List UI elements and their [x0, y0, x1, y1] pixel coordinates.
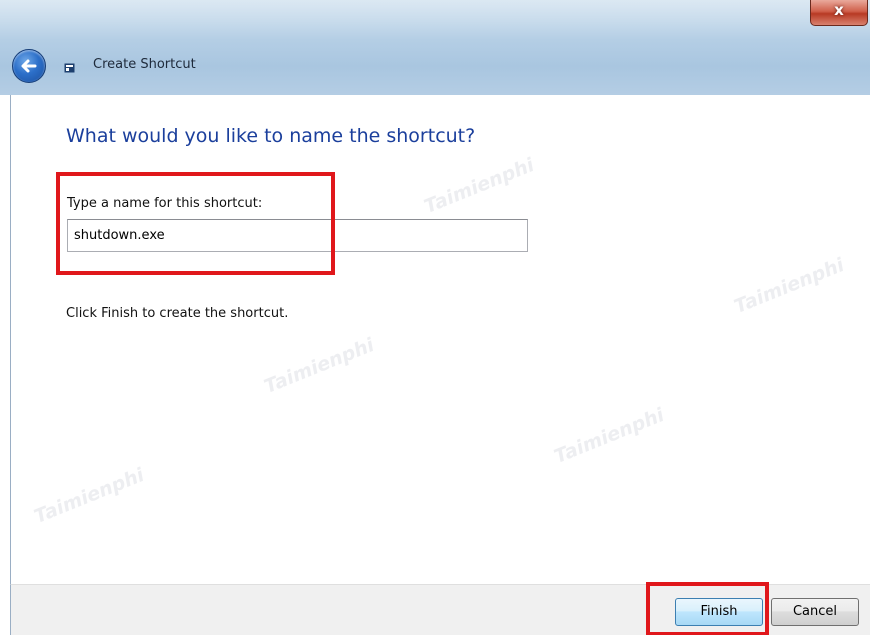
shortcut-name-input[interactable]: [67, 219, 528, 252]
watermark: Taimienphi: [261, 333, 378, 399]
title-bar: x Create Shortcut: [0, 0, 870, 95]
wizard-footer: Finish Cancel: [10, 582, 870, 635]
finish-hint-text: Click Finish to create the shortcut.: [66, 306, 289, 321]
create-shortcut-window: x Create Shortcut What would you like to…: [0, 0, 870, 635]
watermark: Taimienphi: [31, 463, 148, 529]
window-title: Create Shortcut: [93, 57, 196, 72]
close-button[interactable]: x: [810, 0, 868, 26]
watermark: Taimienphi: [551, 403, 668, 469]
wizard-content: What would you like to name the shortcut…: [10, 95, 870, 584]
wizard-heading: What would you like to name the shortcut…: [66, 125, 476, 147]
cancel-button[interactable]: Cancel: [771, 598, 859, 626]
watermark: Taimienphi: [421, 153, 538, 219]
shortcut-wizard-icon: [64, 63, 75, 73]
back-button[interactable]: [12, 49, 46, 83]
title-bar-glass: [0, 0, 870, 40]
shortcut-name-label: Type a name for this shortcut:: [67, 196, 263, 211]
close-icon: x: [834, 1, 844, 19]
finish-button[interactable]: Finish: [675, 598, 763, 626]
watermark: Taimienphi: [731, 253, 848, 319]
back-arrow-icon: [21, 59, 37, 73]
